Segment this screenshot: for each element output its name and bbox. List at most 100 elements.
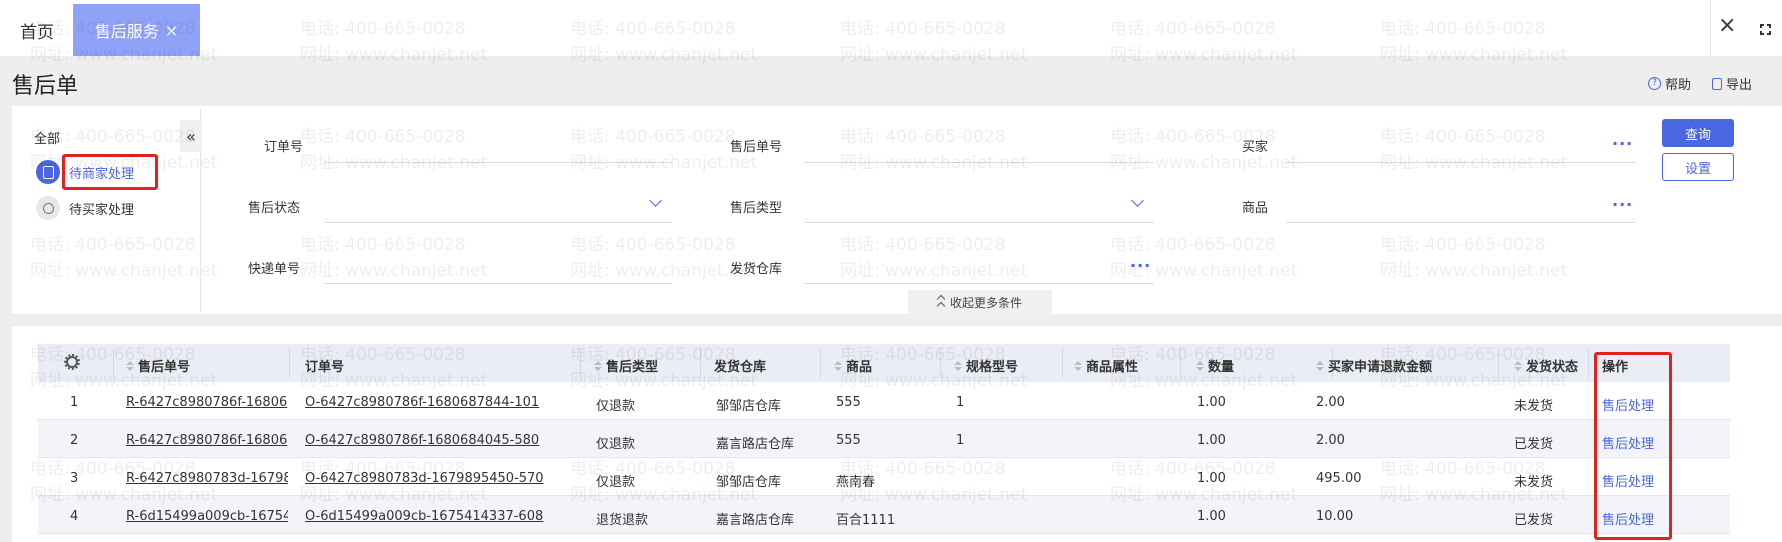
sort-icon [834,360,842,371]
column-separator [700,348,701,378]
help-link[interactable]: ? 帮助 [1648,74,1691,93]
header-aftersale-type[interactable]: 售后类型 [594,356,658,375]
header-warehouse: 发货仓库 [714,356,766,375]
aftersale-type-cell: 仅退款 [596,475,636,490]
aftersale-no-link[interactable]: R-6427c8980783d-16798 [126,471,288,486]
tab-close-icon[interactable]: × [165,21,178,40]
tab-aftersale-label: 售后服务 [94,22,159,41]
column-separator [1498,348,1499,378]
aftersale-status-label: 售后状态 [248,201,301,216]
aftersale-type-cell: 仅退款 [596,437,636,452]
order-no-link[interactable]: O-6427c8980786f-1680684045-580 [305,433,575,448]
product-label: 商品 [1242,201,1269,216]
warehouse-cell: 嘉言路店仓库 [716,513,795,528]
aftersale-no-link[interactable]: R-6427c8980786f-16806 [126,433,288,448]
collapse-more-button[interactable]: 收起更多条件 [908,290,1052,314]
buyer-more-icon[interactable]: ··· [1612,136,1633,152]
tab-bar [0,0,1782,56]
header-ship-status[interactable]: 发货状态 [1514,356,1578,375]
spec-cell: 1 [956,395,965,410]
collapse-more-label: 收起更多条件 [949,295,1022,310]
header-attr[interactable]: 商品属性 [1074,356,1138,375]
query-button[interactable]: 查询 [1662,119,1734,147]
export-link[interactable]: 导出 [1712,74,1752,93]
help-icon: ? [1648,77,1661,90]
column-separator [113,348,114,378]
refund-cell: 2.00 [1316,433,1345,448]
buyer-input[interactable] [1286,162,1636,163]
qty-cell: 1.00 [1197,471,1226,486]
column-separator [1062,348,1063,378]
table-row[interactable] [38,420,1730,458]
ship-status-cell: 已发货 [1514,513,1554,528]
fullscreen-icon[interactable] [1760,24,1771,35]
header-aftersale-no[interactable]: 售后单号 [126,356,190,375]
sidebar-item-pending-buyer[interactable]: 待买家处理 [36,196,134,220]
header-label: 发货仓库 [714,360,767,375]
gear-icon[interactable] [64,354,80,370]
warehouse-cell: 嘉言路店仓库 [716,437,795,452]
spec-cell: 1 [956,433,965,448]
buyer-label: 买家 [1242,140,1269,155]
warehouse-input[interactable] [804,283,1154,284]
header-label: 商品属性 [1086,360,1139,375]
sidebar-item-label: 待买家处理 [69,202,135,218]
header-label: 商品 [846,360,873,375]
aftersale-no-link[interactable]: R-6d15499a009cb-16754 [126,509,288,524]
header-label: 规格型号 [966,360,1019,375]
product-input[interactable] [1286,222,1636,223]
row-index: 4 [70,509,79,524]
sort-icon [1074,360,1082,371]
header-spec[interactable]: 规格型号 [954,356,1018,375]
sort-icon [594,360,602,371]
order-no-link[interactable]: O-6427c8980786f-1680687844-101 [305,395,575,410]
header-product[interactable]: 商品 [834,356,872,375]
column-separator [1180,348,1181,378]
row-index: 2 [70,433,79,448]
tab-aftersale-service[interactable]: 售后服务 × [73,4,200,56]
header-qty[interactable]: 数量 [1196,356,1234,375]
row-index: 1 [70,395,79,410]
express-no-input[interactable] [324,283,672,284]
warehouse-more-icon[interactable]: ··· [1130,258,1151,274]
ship-status-cell: 未发货 [1514,399,1554,414]
ship-status-cell: 未发货 [1514,475,1554,490]
header-label: 数量 [1208,360,1235,375]
header-label: 发货状态 [1526,360,1579,375]
warehouse-cell: 邹邹店仓库 [716,475,782,490]
order-no-input[interactable] [324,162,672,163]
tab-home[interactable]: 首页 [20,18,54,43]
order-no-link[interactable]: O-6427c8980783d-1679895450-570 [305,471,575,486]
sort-icon [954,360,962,371]
aftersale-no-link[interactable]: R-6427c8980786f-16806 [126,395,288,410]
refund-cell: 10.00 [1316,509,1354,524]
table-header [38,344,1730,382]
sidebar-item-all[interactable]: 全部 [34,128,60,147]
table-row[interactable] [38,458,1730,496]
sort-icon [126,360,134,371]
aftersale-no-label: 售后单号 [730,140,783,155]
sidebar-collapse-button[interactable]: « [180,120,202,152]
sort-icon [1514,360,1522,371]
settings-button[interactable]: 设置 [1662,153,1734,181]
header-label: 售后单号 [138,360,191,375]
aftersale-status-select[interactable] [324,222,672,223]
warehouse-cell: 邹邹店仓库 [716,399,782,414]
export-icon [1712,77,1722,90]
header-refund-amount[interactable]: 买家申请退款金额 [1316,356,1432,375]
order-no-link[interactable]: O-6d15499a009cb-1675414337-608 [305,509,575,524]
header-order-no: 订单号 [305,356,344,375]
warehouse-label: 发货仓库 [730,262,783,277]
qty-cell: 1.00 [1197,509,1226,524]
refund-cell: 495.00 [1316,471,1362,486]
column-separator [820,348,821,378]
table-row[interactable] [38,382,1730,420]
aftersale-type-cell: 仅退款 [596,399,636,414]
aftersale-no-input[interactable] [804,162,1154,163]
column-separator [580,348,581,378]
qty-cell: 1.00 [1197,433,1226,448]
product-more-icon[interactable]: ··· [1612,197,1633,213]
close-window-icon[interactable]: × [1718,15,1736,37]
header-label: 买家申请退款金额 [1328,360,1433,375]
aftersale-type-select[interactable] [804,222,1154,223]
